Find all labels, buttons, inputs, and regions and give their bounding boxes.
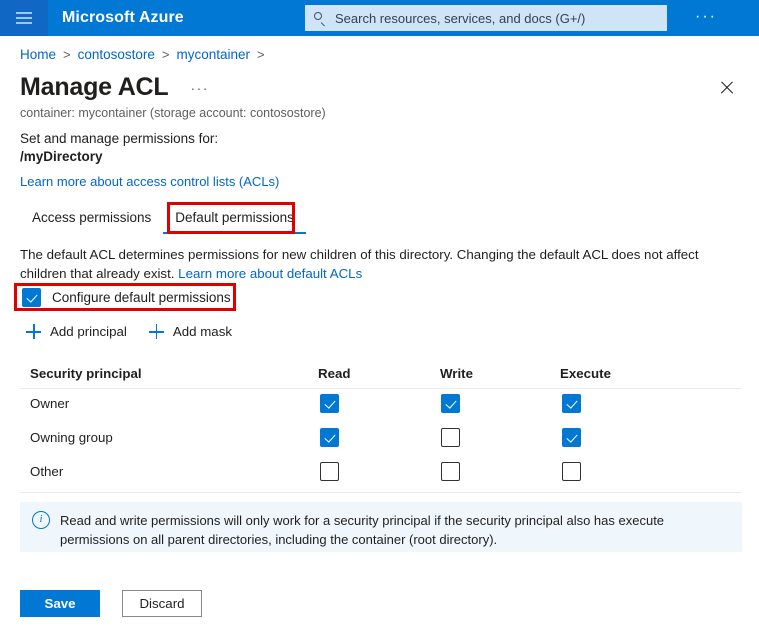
info-banner: i Read and write permissions will only w…	[20, 502, 742, 552]
permission-checkbox-owning-group-execute[interactable]	[562, 428, 581, 447]
column-header-read: Read	[318, 366, 351, 381]
add-mask-button[interactable]: Add mask	[148, 324, 232, 339]
permission-checkbox-owning-group-read[interactable]	[320, 428, 339, 447]
add-principal-label: Add principal	[50, 324, 127, 339]
azure-brand-title[interactable]: Microsoft Azure	[62, 9, 184, 27]
permission-checkbox-owner-read[interactable]	[320, 394, 339, 413]
table-bottom-divider	[20, 492, 742, 493]
hamburger-icon	[16, 12, 32, 24]
breadcrumb-item-contosostore[interactable]: contosostore	[78, 47, 155, 62]
row-principal-name: Owning group	[30, 430, 113, 445]
global-search-box[interactable]: Search resources, services, and docs (G+…	[305, 5, 667, 31]
discard-button[interactable]: Discard	[122, 590, 202, 617]
permission-checkbox-owner-write[interactable]	[441, 394, 460, 413]
page-more-button[interactable]: ···	[190, 80, 209, 96]
permissions-table: Security principal Read Write Execute Ow…	[0, 362, 759, 493]
info-banner-text: Read and write permissions will only wor…	[60, 513, 665, 547]
footer-actions: Save Discard	[20, 590, 202, 617]
default-acl-description: The default ACL determines permissions f…	[20, 245, 742, 283]
breadcrumb-item-home[interactable]: Home	[20, 47, 56, 62]
search-placeholder: Search resources, services, and docs (G+…	[335, 10, 586, 26]
breadcrumb-separator-icon: >	[161, 47, 170, 62]
column-header-security-principal: Security principal	[30, 366, 142, 381]
learn-more-acls-link[interactable]: Learn more about access control lists (A…	[20, 174, 279, 189]
configure-default-permissions-row[interactable]: Configure default permissions	[22, 288, 231, 307]
info-icon: i	[32, 511, 50, 529]
row-principal-name: Other	[30, 464, 64, 479]
permission-checkbox-other-write[interactable]	[441, 462, 460, 481]
column-header-write: Write	[440, 366, 474, 381]
permissions-table-header: Security principal Read Write Execute	[0, 362, 759, 389]
configure-default-permissions-checkbox[interactable]	[22, 288, 41, 307]
page-title-row: Manage ACL ···	[20, 72, 209, 102]
page-title: Manage ACL	[20, 73, 169, 101]
breadcrumb-item-mycontainer[interactable]: mycontainer	[177, 47, 251, 62]
permissions-tablist: Access permissions Default permissions	[20, 206, 306, 234]
learn-more-default-acls-link[interactable]: Learn more about default ACLs	[178, 266, 362, 281]
plus-icon	[148, 324, 164, 339]
permission-checkbox-owner-execute[interactable]	[562, 394, 581, 413]
column-header-execute: Execute	[560, 366, 611, 381]
tab-access-permissions[interactable]: Access permissions	[20, 210, 163, 234]
directory-path: /myDirectory	[20, 149, 103, 164]
configure-default-permissions-label: Configure default permissions	[52, 290, 231, 305]
search-icon	[313, 11, 327, 25]
table-row: Other	[0, 456, 759, 490]
tab-default-permissions[interactable]: Default permissions	[163, 210, 306, 234]
azure-top-header: Microsoft Azure Search resources, servic…	[0, 0, 759, 36]
add-principal-button[interactable]: Add principal	[26, 324, 127, 339]
close-icon[interactable]	[715, 76, 739, 100]
permission-checkbox-other-execute[interactable]	[562, 462, 581, 481]
header-more-button[interactable]: ···	[695, 9, 717, 25]
table-row: Owner	[0, 388, 759, 422]
page-subtitle: container: mycontainer (storage account:…	[20, 106, 326, 120]
hamburger-menu-button[interactable]	[0, 0, 48, 36]
permission-checkbox-owning-group-write[interactable]	[441, 428, 460, 447]
table-row: Owning group	[0, 422, 759, 456]
add-mask-label: Add mask	[172, 324, 232, 339]
breadcrumb: Home > contosostore > mycontainer >	[20, 47, 272, 62]
plus-icon	[26, 324, 41, 339]
acl-action-links: Add principal Add mask	[26, 324, 232, 339]
breadcrumb-separator-icon: >	[257, 47, 265, 62]
row-principal-name: Owner	[30, 396, 70, 411]
breadcrumb-separator-icon: >	[63, 47, 71, 62]
set-permissions-label: Set and manage permissions for:	[20, 131, 219, 146]
permission-checkbox-other-read[interactable]	[320, 462, 339, 481]
save-button[interactable]: Save	[20, 590, 100, 617]
